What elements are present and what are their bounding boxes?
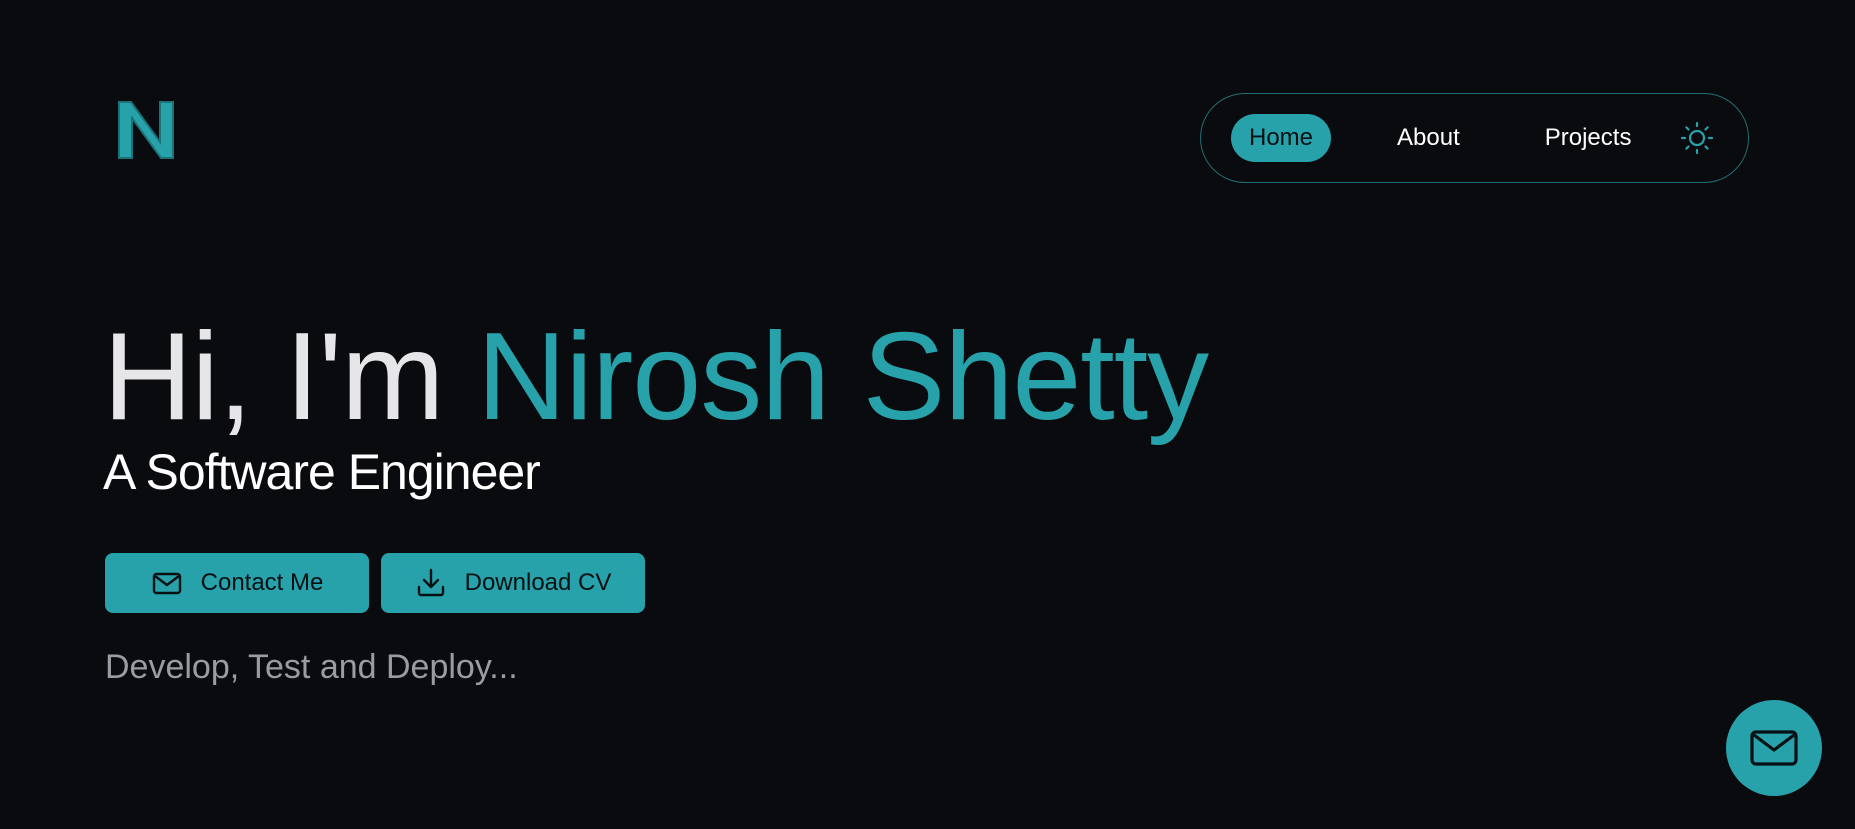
main-nav: Home About Projects [1200, 93, 1749, 183]
logo-n-icon[interactable] [117, 100, 175, 160]
contact-me-button[interactable]: Contact Me [105, 553, 369, 613]
nav-item-projects[interactable]: Projects [1545, 126, 1632, 150]
sun-icon [1681, 121, 1714, 155]
hero-heading: Hi, I'm Nirosh Shetty [103, 315, 1209, 439]
contact-me-label: Contact Me [200, 569, 324, 596]
download-cv-button[interactable]: Download CV [381, 553, 645, 613]
hero-greeting: Hi, I'm [103, 308, 477, 446]
theme-toggle-button[interactable] [1679, 120, 1715, 156]
hero-tagline: Develop, Test and Deploy... [105, 648, 518, 686]
hero-subtitle: A Software Engineer [103, 444, 541, 500]
mail-icon [151, 567, 183, 599]
nav-item-about[interactable]: About [1397, 126, 1460, 150]
mail-icon [1750, 730, 1798, 766]
nav-item-home[interactable]: Home [1231, 114, 1332, 162]
floating-mail-button[interactable] [1726, 700, 1822, 796]
hero-name: Nirosh Shetty [476, 308, 1209, 446]
download-cv-label: Download CV [464, 569, 612, 596]
download-icon [415, 567, 447, 599]
